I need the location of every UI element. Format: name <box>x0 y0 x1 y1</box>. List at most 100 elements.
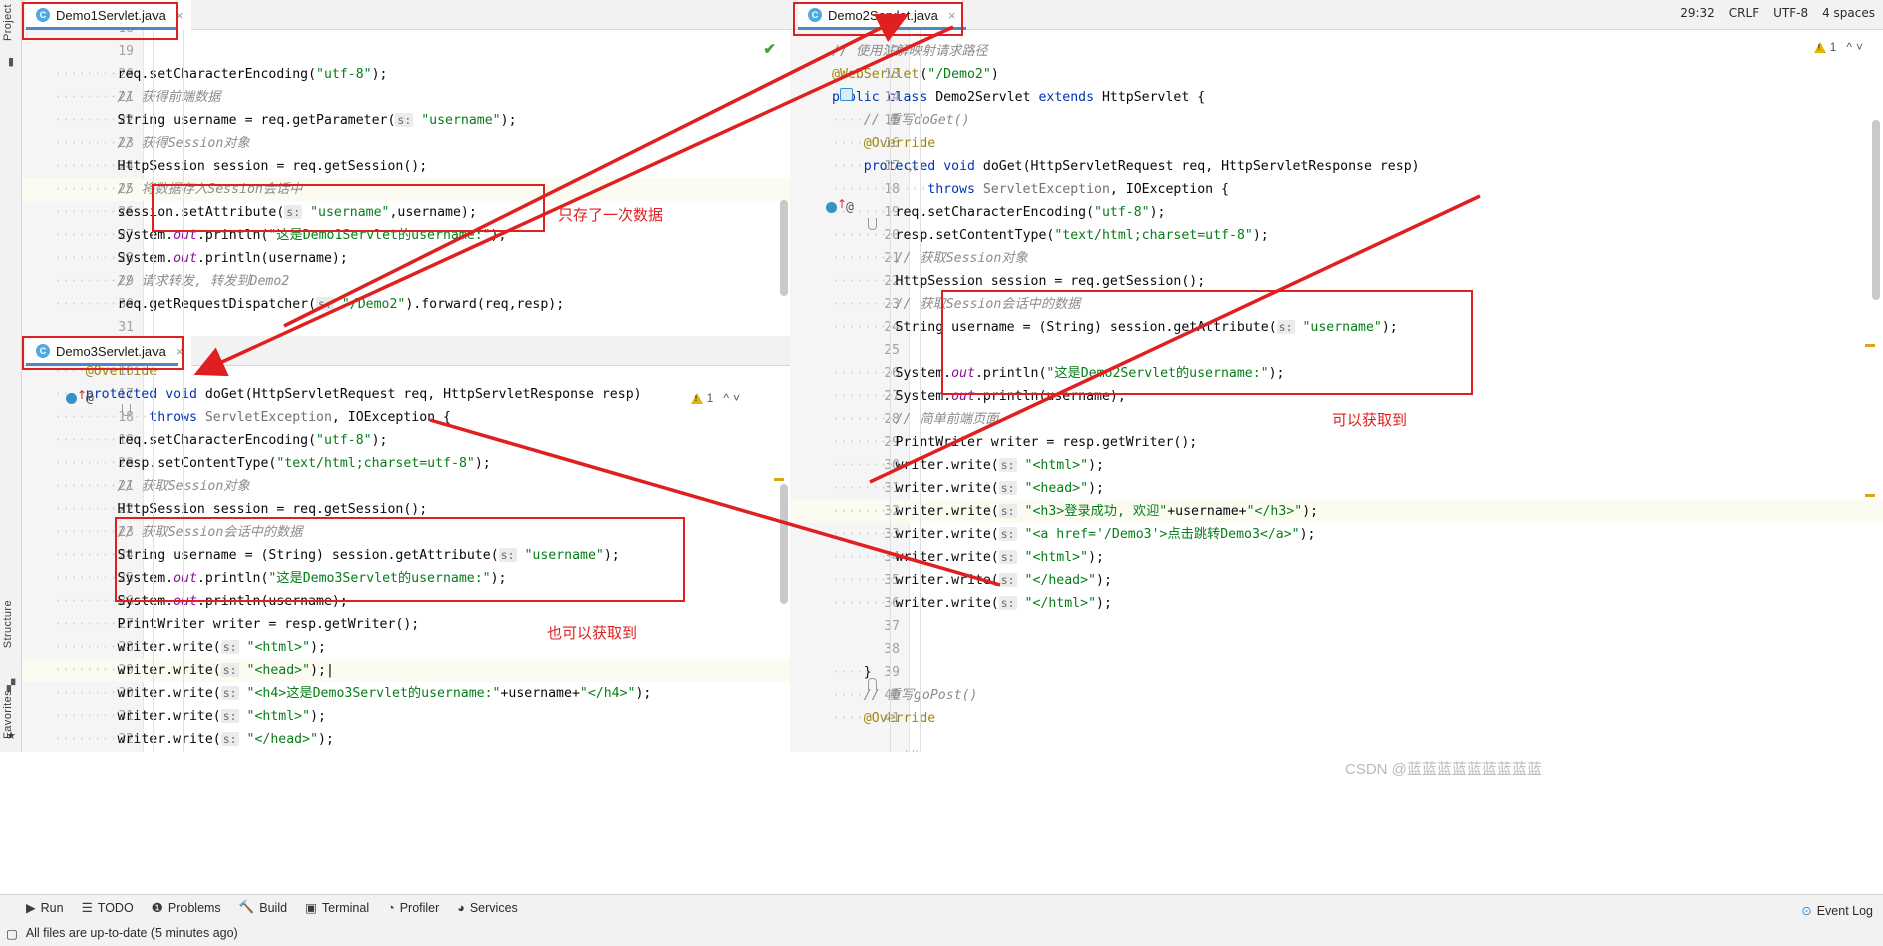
close-icon[interactable]: × <box>176 8 184 23</box>
editor-demo1servlet[interactable]: C Demo1Servlet.java × 181920212223242526… <box>22 0 790 336</box>
code-line[interactable]: ········// 获取Session会话中的数据 <box>832 293 1080 316</box>
code-fold-icon[interactable] <box>122 404 131 416</box>
editor-demo3servlet[interactable]: C Demo3Servlet.java × 16 17 18 19 20 21 22 23 24… <box>22 336 790 752</box>
code-line[interactable]: ········req.getRequestDispatcher(s: "/De… <box>54 293 564 316</box>
code-line[interactable]: ········writer.write(s: "<a href='/Demo3… <box>832 523 1316 546</box>
next-problem-icon[interactable]: ˅ <box>733 391 740 405</box>
star-icon[interactable]: ★ <box>5 730 17 742</box>
annotation-gutter-icon[interactable]: @ <box>846 200 854 215</box>
code-line[interactable]: ········resp.setContentType("text/html;c… <box>54 452 491 475</box>
code-line[interactable]: ········writer.write(s: "</head>"); <box>54 728 334 751</box>
toolwindow-services[interactable]: ◕ Services <box>457 901 518 915</box>
code-line[interactable]: ········// 获取Session对象 <box>832 247 1028 270</box>
code-line[interactable]: ····@Override <box>54 366 157 383</box>
editor-scrollbar-demo1[interactable] <box>780 200 788 296</box>
override-hint-icon[interactable]: ⤷˅ <box>906 746 918 752</box>
close-icon[interactable]: × <box>948 8 956 23</box>
folder-icon[interactable]: ▮ <box>5 56 17 68</box>
code-fold-icon[interactable] <box>868 218 877 230</box>
code-line[interactable]: ········HttpSession session = req.getSes… <box>54 498 427 521</box>
code-line[interactable]: ········writer.write(s: "<html>"); <box>54 705 326 728</box>
toolwindow-todo[interactable]: ☰ TODO <box>82 900 134 916</box>
override-hint-icon[interactable]: ⤷˅ <box>906 162 918 176</box>
editor-body-demo1[interactable]: 1819202122232425262728293031 ········req… <box>22 30 790 336</box>
code-line[interactable]: ········req.setCharacterEncoding("utf-8"… <box>54 429 388 452</box>
toolwindow-problems[interactable]: ❶ Problems <box>152 900 221 916</box>
tab-demo3servlet[interactable]: C Demo3Servlet.java × <box>26 336 192 366</box>
code-line[interactable]: ····// 重写doGet() <box>832 109 970 132</box>
code-line[interactable]: ········System.out.println("这是Demo2Servl… <box>832 362 1284 385</box>
inspection-warnings-demo2[interactable]: 1 ^ ˅ <box>1813 40 1863 54</box>
code-line[interactable]: ············throws ServletException, IOE… <box>54 406 451 429</box>
code-line[interactable]: ········req.setCharacterEncoding("utf-8"… <box>832 201 1166 224</box>
code-line[interactable]: ········writer.write(s: "<html>"); <box>832 454 1104 477</box>
indent-setting[interactable]: 4 spaces <box>1822 6 1875 20</box>
code-line[interactable]: ········writer.write(s: "<head>"); <box>832 477 1104 500</box>
code-line[interactable]: // 使用注解映射请求路径 <box>832 40 988 63</box>
inspection-ok-demo1[interactable]: ✔ <box>763 40 776 58</box>
event-log-button[interactable]: ⊙ Event Log <box>1801 903 1873 919</box>
code-line[interactable]: ········// 获得前端数据 <box>54 86 220 109</box>
code-line[interactable]: ········// 简单前端页面 <box>832 408 998 431</box>
code-line[interactable]: ········HttpSession session = req.getSes… <box>832 270 1205 293</box>
code-fold-icon[interactable] <box>868 678 877 690</box>
code-line[interactable]: ········System.out.println("这是Demo1Servl… <box>54 224 506 247</box>
code-line[interactable]: ········writer.write(s: "</head>"); <box>832 569 1112 592</box>
code-line[interactable]: ········System.out.println("这是Demo3Servl… <box>54 567 506 590</box>
code-line[interactable]: @WebServlet("/Demo2") <box>832 63 999 86</box>
code-line[interactable]: ········writer.write(s: "<html>"); <box>54 636 326 659</box>
code-line[interactable]: ········writer.write(s: "<h4>这是Demo3Serv… <box>54 682 651 705</box>
code-line[interactable]: ········PrintWriter writer = resp.getWri… <box>832 431 1197 454</box>
code-line[interactable]: ····protected void doGet(HttpServletRequ… <box>54 383 642 406</box>
code-line[interactable]: ········String username = req.getParamet… <box>54 109 517 132</box>
override-marker-icon[interactable] <box>826 202 837 213</box>
code-line[interactable]: ········writer.write(s: "</html>"); <box>832 592 1112 615</box>
toolwindow-build[interactable]: 🔨 Build <box>239 900 287 915</box>
code-line[interactable]: ····// 重写goPost() <box>832 684 977 707</box>
code-line[interactable]: ········System.out.println(username); <box>54 247 348 270</box>
caret-position[interactable]: 29:32 <box>1680 6 1715 20</box>
code-line[interactable]: ········session.setAttribute(s: "usernam… <box>54 201 477 224</box>
code-line[interactable]: ········String username = (String) sessi… <box>832 316 1398 339</box>
code-line[interactable]: ········writer.write(s: "<head>");| <box>54 659 334 682</box>
editor-demo2servlet[interactable]: C Demo2Servlet.java × 12 13 14 15 16 17 18 19 20… <box>790 0 1883 752</box>
editor-scrollbar-demo2[interactable] <box>1872 120 1880 300</box>
tab-demo2servlet[interactable]: C Demo2Servlet.java × <box>798 0 964 30</box>
inspection-warnings-demo3[interactable]: 1 ^ ˅ <box>690 391 740 405</box>
prev-problem-icon[interactable]: ^ <box>1846 40 1852 54</box>
prev-problem-icon[interactable]: ^ <box>723 391 729 405</box>
code-line[interactable]: ········writer.write(s: "<html>"); <box>832 546 1104 569</box>
override-marker-icon[interactable] <box>66 393 77 404</box>
editor-body-demo2[interactable]: 12 13 14 15 16 17 18 19 20 21 22 23 24 25 26 27 28 29 30 31… <box>790 30 1883 752</box>
code-line[interactable]: ········System.out.println(username); <box>54 590 348 613</box>
annotation-gutter-icon[interactable]: @ <box>86 391 94 406</box>
toolwindow-terminal[interactable]: ▣ Terminal <box>305 900 369 916</box>
code-line[interactable]: public class Demo2Servlet extends HttpSe… <box>832 86 1205 109</box>
memory-icon[interactable]: ▢ <box>6 926 18 941</box>
code-line[interactable]: ····} <box>832 661 872 684</box>
code-line[interactable]: ········// 请求转发, 转发到Demo2 <box>54 270 289 293</box>
code-line[interactable]: ········String username = (String) sessi… <box>54 544 620 567</box>
code-line[interactable]: ············throws ServletException, IOE… <box>832 178 1229 201</box>
next-problem-icon[interactable]: ˅ <box>1856 40 1863 54</box>
code-line[interactable]: ········PrintWriter writer = resp.getWri… <box>54 613 419 636</box>
sidebar-item-structure[interactable]: Structure <box>2 600 14 648</box>
close-icon[interactable]: × <box>176 344 184 359</box>
code-line[interactable]: ········req.setCharacterEncoding("utf-8"… <box>54 63 388 86</box>
code-line[interactable]: ········System.out.println(username); <box>832 385 1126 408</box>
code-line[interactable]: ········HttpSession session = req.getSes… <box>54 155 427 178</box>
tab-demo1servlet[interactable]: C Demo1Servlet.java × <box>26 0 192 30</box>
editor-scrollbar-demo3[interactable] <box>780 484 788 604</box>
code-line[interactable]: ········// 将数据存入Session会话中 <box>54 178 302 201</box>
code-line[interactable]: ········resp.setContentType("text/html;c… <box>832 224 1269 247</box>
code-line[interactable]: ········// 获得Session对象 <box>54 132 250 155</box>
toolwindow-profiler[interactable]: ◔ Profiler <box>387 901 439 915</box>
line-separator[interactable]: CRLF <box>1729 6 1759 20</box>
code-line[interactable]: ········// 获取Session对象 <box>54 475 250 498</box>
code-line[interactable]: ········writer.write(s: "<h3>登录成功, 欢迎"+u… <box>832 500 1318 523</box>
editor-body-demo3[interactable]: 16 17 18 19 20 21 22 23 24 25 26 27 28 29 30 31 32 ····@… <box>22 366 790 752</box>
sidebar-item-project[interactable]: Project <box>2 4 14 41</box>
file-encoding[interactable]: UTF-8 <box>1773 6 1808 20</box>
bean-marker-icon[interactable] <box>840 88 853 101</box>
toolwindow-run[interactable]: ▶ Run <box>26 900 64 916</box>
